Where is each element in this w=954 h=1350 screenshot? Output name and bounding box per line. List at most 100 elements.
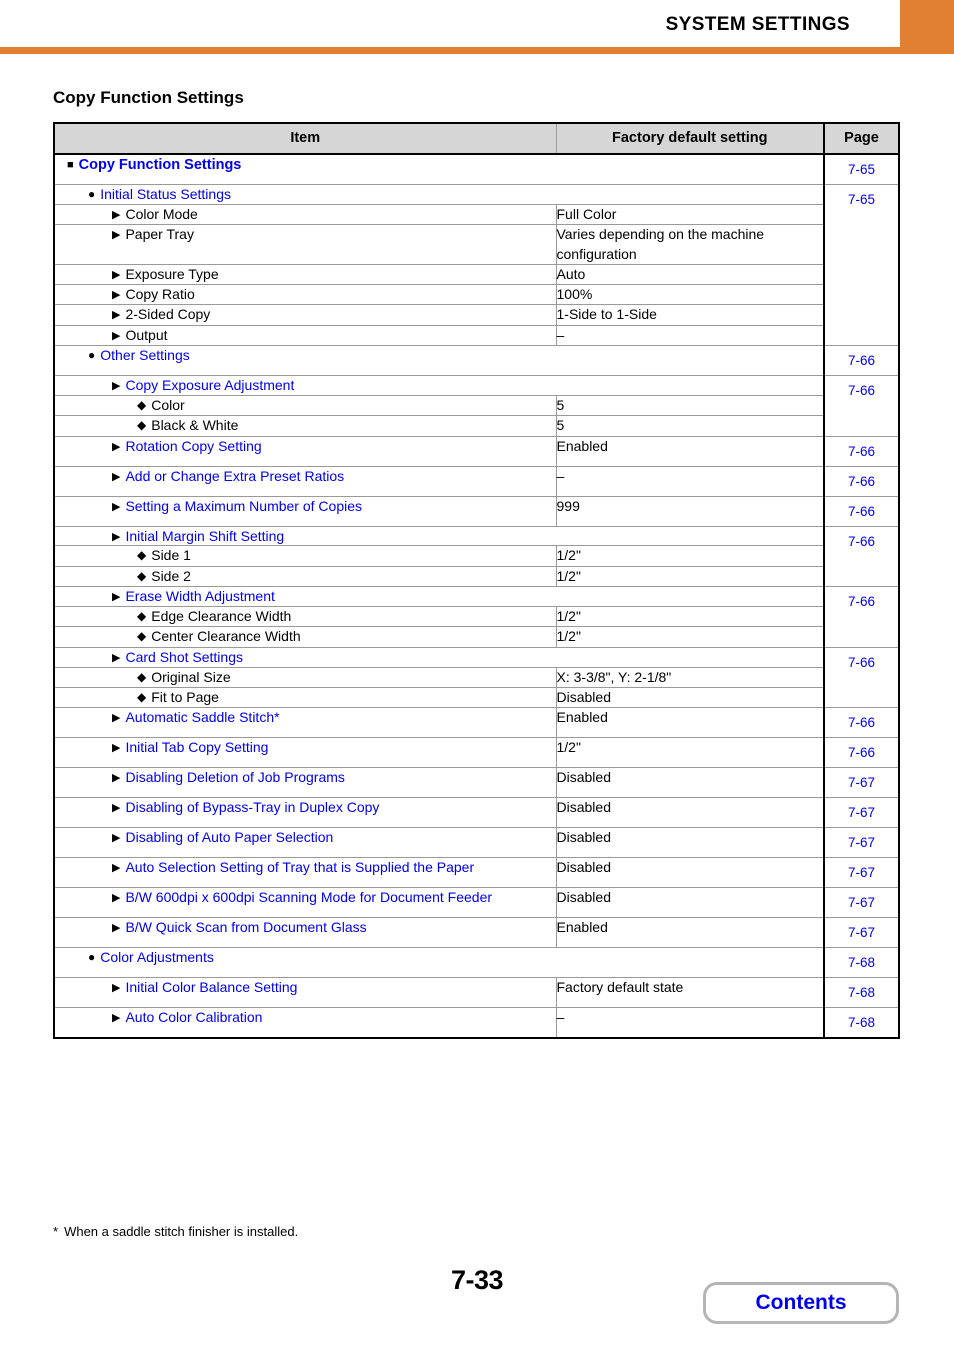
triangle-bullet-icon: ▶ xyxy=(112,1012,121,1025)
row-page-link[interactable]: 7-68 xyxy=(823,1007,900,1039)
row-page-link[interactable]: 7-66 xyxy=(823,465,900,497)
row-item-cell: ● Other Settings xyxy=(53,345,825,377)
row-value-cell: – xyxy=(555,465,825,497)
row-item-label: Paper Tray xyxy=(125,226,194,243)
row-item-link[interactable]: B/W 600dpi x 600dpi Scanning Mode for Do… xyxy=(125,889,492,905)
page-header-title: SYSTEM SETTINGS xyxy=(665,14,850,35)
row-value-cell: 1/2" xyxy=(555,737,825,769)
settings-table: Item Factory default setting Page ■ Copy … xyxy=(53,122,900,1040)
row-page-link[interactable]: 7-67 xyxy=(823,827,900,859)
row-page-link[interactable]: 7-65 xyxy=(823,153,900,185)
table-row: ▶ Copy Ratio 100% xyxy=(53,284,899,306)
row-page-link[interactable]: 7-68 xyxy=(823,947,900,979)
row-item-link[interactable]: Add or Change Extra Preset Ratios xyxy=(125,468,344,484)
row-item-cell: ▶ Initial Color Balance Setting xyxy=(53,977,557,1009)
row-page-link[interactable]: 7-65 xyxy=(823,183,900,347)
table-row: ◆ Color 5 xyxy=(53,394,899,417)
column-header-value: Factory default setting xyxy=(555,122,825,155)
table-row: ▶ 2-Sided Copy 1-Side to 1-Side xyxy=(53,304,899,326)
row-value-cell: Auto xyxy=(555,263,825,286)
row-value-cell: Disabled xyxy=(555,827,825,859)
diamond-bullet-icon: ◆ xyxy=(137,418,147,433)
table-row: ◆ Fit to Page Disabled xyxy=(53,686,899,709)
triangle-bullet-icon: ▶ xyxy=(112,591,121,604)
row-item-label: Color xyxy=(151,396,185,413)
table-row: ▶ Rotation Copy Setting Enabled 7-66 xyxy=(53,435,900,467)
row-item-link[interactable]: Setting a Maximum Number of Copies xyxy=(125,498,362,514)
table-row: ▶ Auto Color Calibration –7-68 xyxy=(53,1007,900,1039)
row-item-cell: ▶ Automatic Saddle Stitch* xyxy=(53,707,557,739)
row-page-link[interactable]: 7-68 xyxy=(823,977,900,1009)
table-row: ▶ Disabling Deletion of Job Programs Disab… xyxy=(53,767,900,799)
row-item-link[interactable]: Rotation Copy Setting xyxy=(125,438,261,454)
triangle-bullet-icon: ▶ xyxy=(112,772,121,785)
row-page-link[interactable]: 7-66 xyxy=(823,345,900,377)
table-row: ▶ Initial Margin Shift Setting 7-66 xyxy=(53,525,900,588)
table-row: ▶ B/W Quick Scan from Document Glass Enabl… xyxy=(53,917,900,949)
diamond-bullet-icon: ◆ xyxy=(137,548,147,563)
row-item-cell: ◆ Original Size xyxy=(53,666,557,688)
row-page-link[interactable]: 7-66 xyxy=(823,375,900,437)
row-item-link[interactable]: Initial Margin Shift Setting xyxy=(125,528,284,544)
row-item-cell: ▶ 2-Sided Copy xyxy=(53,304,557,326)
row-item-link[interactable]: Other Settings xyxy=(100,347,190,363)
row-item-cell: ■ Copy Function Settings xyxy=(53,153,825,185)
row-item-cell: ▶ Disabling Deletion of Job Programs xyxy=(53,767,557,799)
row-page-link[interactable]: 7-67 xyxy=(823,887,900,919)
row-item-label: Color Mode xyxy=(125,205,198,222)
row-value-cell: – xyxy=(555,1007,825,1039)
row-item-label: Side 2 xyxy=(151,567,191,584)
row-item-link[interactable]: Card Shot Settings xyxy=(125,649,243,665)
row-value-cell: 100% xyxy=(555,284,825,306)
table-row: ▶ Setting a Maximum Number of Copies 999 7-… xyxy=(53,495,900,527)
row-item-link[interactable]: Erase Width Adjustment xyxy=(125,588,274,604)
row-item-cell: ▶ Exposure Type xyxy=(53,263,557,286)
row-item-link[interactable]: Color Adjustments xyxy=(100,949,214,965)
row-page-link[interactable]: 7-66 xyxy=(823,525,900,588)
row-page-link[interactable]: 7-66 xyxy=(823,586,900,648)
row-page-link[interactable]: 7-66 xyxy=(823,435,900,467)
row-item-link[interactable]: Initial Color Balance Setting xyxy=(125,979,297,995)
row-item-link[interactable]: Automatic Saddle Stitch* xyxy=(125,709,279,725)
row-item-cell: ◆ Edge Clearance Width xyxy=(53,605,557,628)
table-row: ▶ B/W 600dpi x 600dpi Scanning Mode for D… xyxy=(53,887,900,919)
row-item-link[interactable]: Disabling of Auto Paper Selection xyxy=(125,829,333,845)
section-title: Copy Function Settings xyxy=(53,88,244,107)
row-value-cell: 1/2" xyxy=(555,545,825,567)
row-item-link[interactable]: Initial Tab Copy Setting xyxy=(125,739,268,755)
contents-button[interactable]: Contents xyxy=(703,1282,899,1324)
diamond-bullet-icon: ◆ xyxy=(137,689,147,704)
row-value-cell: 1-Side to 1-Side xyxy=(555,304,825,326)
row-page-link[interactable]: 7-66 xyxy=(823,646,900,709)
row-page-link[interactable]: 7-67 xyxy=(823,917,900,949)
square-bullet-icon: ■ xyxy=(67,159,74,171)
row-item-link[interactable]: Copy Function Settings xyxy=(79,157,242,173)
row-value-cell: 999 xyxy=(555,495,825,527)
row-page-link[interactable]: 7-66 xyxy=(823,737,900,769)
row-value-cell: 1/2" xyxy=(555,565,825,588)
row-item-link[interactable]: Auto Selection Setting of Tray that is S… xyxy=(125,859,474,875)
row-page-link[interactable]: 7-67 xyxy=(823,797,900,829)
row-page-link[interactable]: 7-66 xyxy=(823,707,900,739)
row-item-link[interactable]: Auto Color Calibration xyxy=(125,1009,262,1025)
row-value-cell: Disabled xyxy=(555,797,825,829)
row-item-label: Output xyxy=(125,326,168,343)
row-item-cell: ▶ Add or Change Extra Preset Ratios xyxy=(53,465,557,497)
triangle-bullet-icon: ▶ xyxy=(112,440,121,453)
table-row: ◆ Side 2 1/2" xyxy=(53,565,899,588)
row-item-label: 2-Sided Copy xyxy=(125,306,211,323)
row-page-link[interactable]: 7-67 xyxy=(823,767,900,799)
row-item-link[interactable]: Disabling Deletion of Job Programs xyxy=(125,769,344,785)
table-row: ▶ Card Shot Settings 7-66 xyxy=(53,646,900,709)
row-item-cell: ▶ Color Mode xyxy=(53,203,557,226)
row-page-link[interactable]: 7-67 xyxy=(823,857,900,889)
row-item-link[interactable]: B/W Quick Scan from Document Glass xyxy=(125,919,366,935)
table-row: ▶ Copy Exposure Adjustment 7-66 xyxy=(53,375,900,437)
row-page-link[interactable]: 7-66 xyxy=(823,495,900,527)
row-item-link[interactable]: Initial Status Settings xyxy=(100,186,231,202)
column-header-page: Page xyxy=(823,122,900,155)
row-item-link[interactable]: Disabling of Bypass-Tray in Duplex Copy xyxy=(125,799,379,815)
row-item-cell: ◆ Color xyxy=(53,394,557,417)
header-accent-rule xyxy=(0,47,954,54)
row-item-link[interactable]: Copy Exposure Adjustment xyxy=(125,377,294,393)
